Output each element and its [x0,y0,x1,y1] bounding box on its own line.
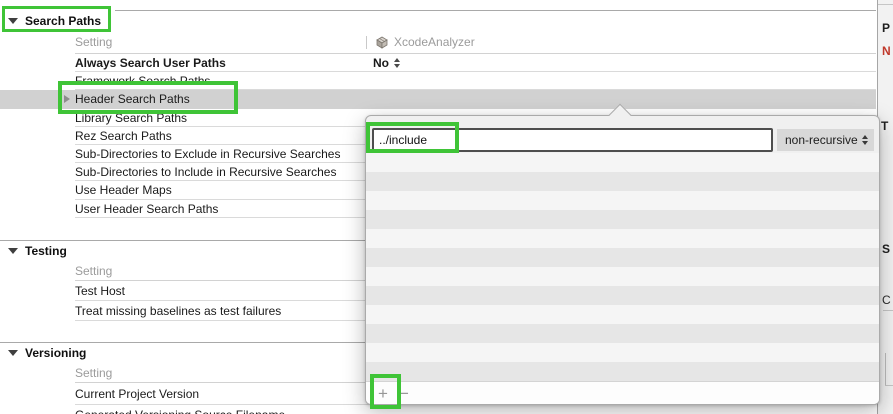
setting-label: Rez Search Paths [75,129,172,143]
setting-value-dropdown[interactable]: No [373,56,400,70]
target-column: XcodeAnalyzer [366,35,475,49]
setting-label: Treat missing baselines as test failures [75,304,281,318]
path-list[interactable] [366,153,879,384]
setting-label: Current Project Version [75,387,199,401]
disclosure-triangle-icon[interactable] [8,248,18,254]
setting-column-label: Setting [75,35,112,49]
up-down-stepper-icon [862,135,868,145]
build-settings-screen: Search Paths Setting XcodeAnalyzer Alway… [0,0,893,414]
setting-label: Sub-Directories to Exclude in Recursive … [75,147,340,161]
value-text: No [373,56,389,70]
setting-label: Sub-Directories to Include in Recursive … [75,165,336,179]
inspector-field-edge [885,385,893,386]
setting-label: Test Host [75,284,125,298]
column-divider [366,36,367,49]
setting-label: Use Header Maps [75,183,172,197]
inspector-text-fragment: T [881,119,888,133]
inspector-text-fragment: C [882,293,891,307]
recursion-dropdown-label: non-recursive [785,133,858,147]
recursion-dropdown[interactable]: non-recursive [777,129,874,151]
section-title: Testing [25,244,67,258]
popover-footer: + − [366,381,879,404]
annotation-box-header-search-paths [58,81,238,114]
header-search-paths-popover: non-recursive + − [365,115,880,405]
annotation-box-include-field [366,122,459,153]
up-down-stepper-icon [394,58,400,68]
annotation-box-add-button [370,374,401,409]
section-title: Versioning [25,346,86,360]
inspector-text-fragment: N [882,44,891,58]
disclosure-triangle-icon[interactable] [8,350,18,356]
inspector-field-edge [885,353,886,385]
setting-label: Always Search User Paths [75,56,226,70]
annotation-box-search-paths [2,6,111,32]
target-icon [375,36,389,49]
section-header-search-paths[interactable]: Search Paths [0,11,876,30]
setting-label: User Header Search Paths [75,202,218,216]
setting-column-label: Setting [75,264,112,278]
table-row[interactable]: Generated Versioning Source Filename [0,405,876,414]
setting-column-label: Setting [75,366,112,380]
column-header-row: Setting XcodeAnalyzer [0,30,876,54]
inspector-text-fragment: P [882,21,890,35]
table-row[interactable]: Always Search User Paths No [0,54,876,72]
inspector-text-fragment: S [882,242,890,256]
target-column-label: XcodeAnalyzer [394,35,475,49]
setting-label: Generated Versioning Source Filename [75,408,285,414]
inspector-divider [883,310,893,311]
inspector-divider [878,4,893,5]
